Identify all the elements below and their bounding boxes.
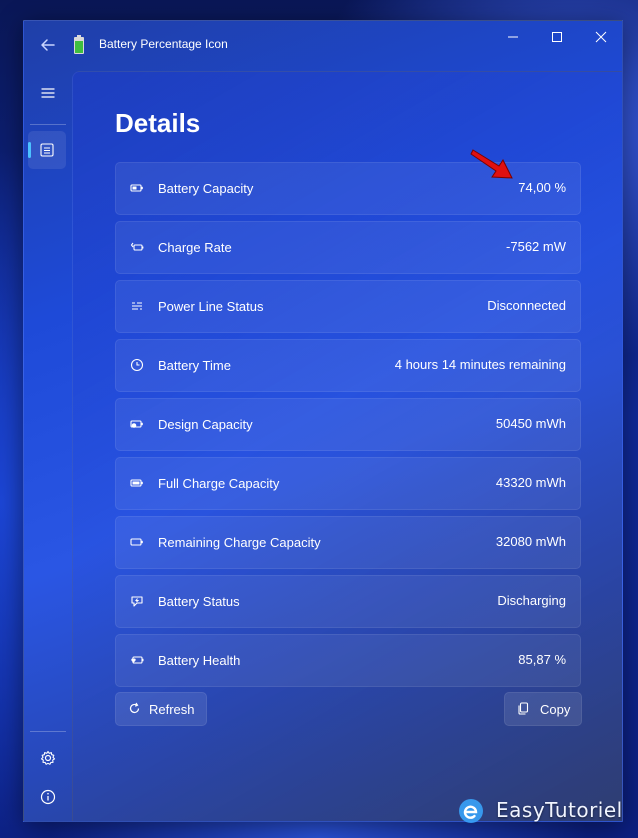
detail-value: 85,87 % bbox=[518, 652, 566, 667]
hamburger-menu-icon[interactable] bbox=[36, 81, 60, 105]
detail-label: Battery Health bbox=[158, 653, 241, 668]
detail-label: Design Capacity bbox=[158, 417, 253, 432]
settings-gear-icon[interactable] bbox=[36, 746, 60, 770]
detail-value: 4 hours 14 minutes remaining bbox=[394, 357, 566, 372]
detail-row-battery-status: Battery Status Discharging bbox=[115, 575, 581, 628]
battery-full-icon bbox=[130, 479, 143, 487]
detail-row-design-capacity: Design Capacity 50450 mWh bbox=[115, 398, 581, 451]
detail-row-power-line-status: Power Line Status Disconnected bbox=[115, 280, 581, 333]
window-title: Battery Percentage Icon bbox=[99, 37, 228, 51]
maximize-icon bbox=[552, 32, 562, 42]
red-arrow-annotation-icon bbox=[470, 149, 513, 179]
watermark: EasyTutoriel bbox=[456, 795, 636, 827]
nav-separator bbox=[30, 731, 66, 732]
detail-row-remaining-charge-capacity: Remaining Charge Capacity 32080 mWh bbox=[115, 516, 581, 569]
close-icon bbox=[595, 31, 607, 43]
battery-status-icon bbox=[131, 596, 143, 607]
copy-button[interactable]: Copy bbox=[504, 692, 582, 726]
info-icon[interactable] bbox=[36, 785, 60, 809]
refresh-icon bbox=[129, 702, 140, 714]
easytutoriel-logo-icon bbox=[459, 799, 483, 823]
nav-selection-indicator bbox=[28, 142, 31, 158]
detail-label: Battery Status bbox=[158, 594, 240, 609]
detail-value: 50450 mWh bbox=[495, 416, 566, 431]
detail-label: Battery Capacity bbox=[158, 181, 254, 196]
nav-item-details[interactable] bbox=[28, 131, 66, 169]
back-arrow-icon[interactable] bbox=[36, 33, 60, 57]
title-bar[interactable]: Battery Percentage Icon bbox=[24, 21, 622, 69]
detail-row-battery-time: Battery Time 4 hours 14 minutes remainin… bbox=[115, 339, 581, 392]
detail-value: 32080 mWh bbox=[495, 534, 566, 549]
detail-value: -7562 mW bbox=[506, 239, 566, 254]
nav-separator bbox=[30, 124, 66, 125]
detail-label: Battery Time bbox=[158, 358, 231, 373]
power-line-icon bbox=[132, 302, 142, 310]
detail-row-battery-health: Battery Health 85,87 % bbox=[115, 634, 581, 687]
details-list-icon bbox=[40, 143, 54, 157]
battery-icon bbox=[130, 184, 143, 192]
copy-icon bbox=[518, 702, 529, 715]
app-window: Battery Percentage Icon Details Battery … bbox=[23, 20, 623, 822]
maximize-button[interactable] bbox=[534, 21, 580, 53]
battery-health-icon bbox=[131, 656, 144, 664]
navigation-pane bbox=[24, 69, 72, 821]
minimize-button[interactable] bbox=[490, 21, 536, 53]
detail-row-full-charge-capacity: Full Charge Capacity 43320 mWh bbox=[115, 457, 581, 510]
minimize-icon bbox=[508, 36, 518, 38]
design-capacity-icon bbox=[130, 420, 143, 428]
detail-label: Power Line Status bbox=[158, 299, 264, 314]
charge-rate-icon bbox=[130, 242, 144, 251]
clock-icon bbox=[130, 358, 144, 372]
details-page: Details Battery Capacity 74,00 % Charge … bbox=[72, 71, 622, 821]
refresh-button[interactable]: Refresh bbox=[115, 692, 207, 726]
detail-value: 43320 mWh bbox=[495, 475, 566, 490]
close-button[interactable] bbox=[578, 21, 622, 53]
detail-value: 74,00 % bbox=[518, 180, 566, 195]
battery-app-icon bbox=[74, 35, 84, 54]
detail-value: Disconnected bbox=[487, 298, 566, 313]
detail-label: Charge Rate bbox=[158, 240, 232, 255]
detail-row-charge-rate: Charge Rate -7562 mW bbox=[115, 221, 581, 274]
detail-value: Discharging bbox=[497, 593, 566, 608]
detail-label: Full Charge Capacity bbox=[158, 476, 280, 491]
refresh-label: Refresh bbox=[149, 702, 195, 717]
battery-empty-icon bbox=[130, 538, 143, 546]
watermark-text: EasyTutoriel bbox=[496, 798, 623, 822]
copy-label: Copy bbox=[540, 702, 571, 717]
page-title: Details bbox=[115, 108, 201, 138]
detail-label: Remaining Charge Capacity bbox=[158, 535, 321, 550]
